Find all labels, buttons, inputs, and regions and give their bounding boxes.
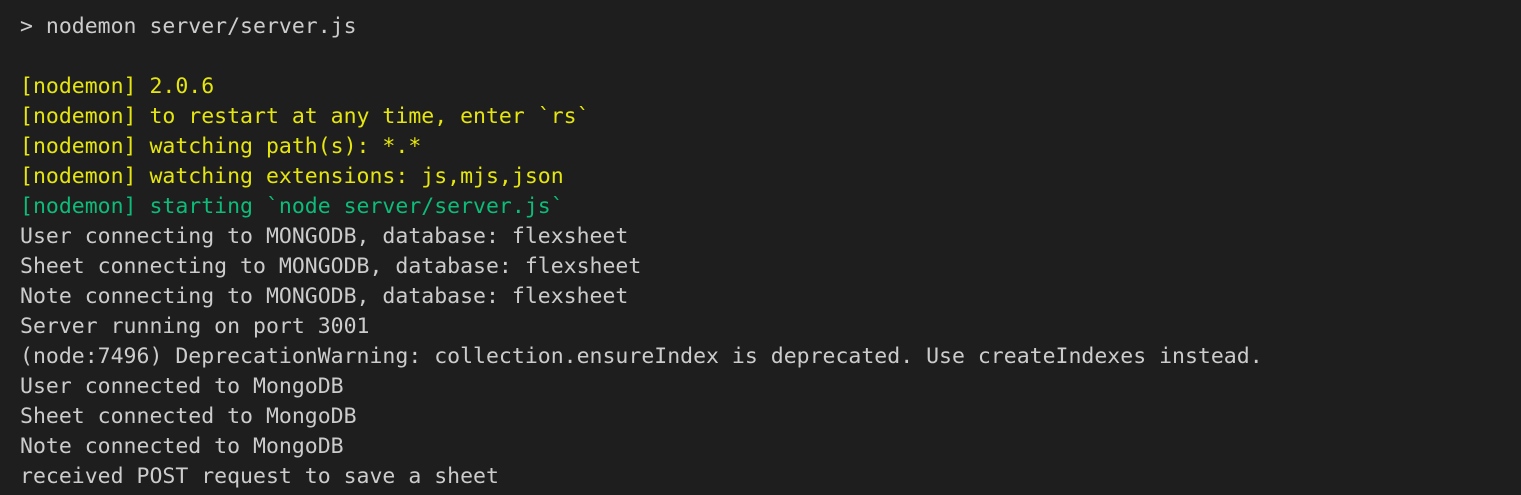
command-line: > nodemon server/server.js xyxy=(20,14,357,39)
output-line: Note connecting to MONGODB, database: fl… xyxy=(20,284,629,309)
output-line: Note connected to MongoDB xyxy=(20,434,344,459)
output-line: received POST request to save a sheet xyxy=(20,464,499,489)
output-line: User connected to MongoDB xyxy=(20,374,344,399)
nodemon-restart-hint-line: [nodemon] to restart at any time, enter … xyxy=(20,104,590,129)
terminal-output[interactable]: > nodemon server/server.js [nodemon] 2.0… xyxy=(0,0,1521,495)
nodemon-watch-extensions-line: [nodemon] watching extensions: js,mjs,js… xyxy=(20,164,564,189)
nodemon-version-line: [nodemon] 2.0.6 xyxy=(20,74,215,99)
output-line: User connecting to MONGODB, database: fl… xyxy=(20,224,629,249)
deprecation-warning-line: (node:7496) DeprecationWarning: collecti… xyxy=(20,344,1263,369)
nodemon-starting-line: [nodemon] starting `node server/server.j… xyxy=(20,194,564,219)
nodemon-watch-paths-line: [nodemon] watching path(s): *.* xyxy=(20,134,422,159)
output-line: Server running on port 3001 xyxy=(20,314,370,339)
output-line: Sheet connected to MongoDB xyxy=(20,404,357,429)
output-line: Sheet connecting to MONGODB, database: f… xyxy=(20,254,642,279)
